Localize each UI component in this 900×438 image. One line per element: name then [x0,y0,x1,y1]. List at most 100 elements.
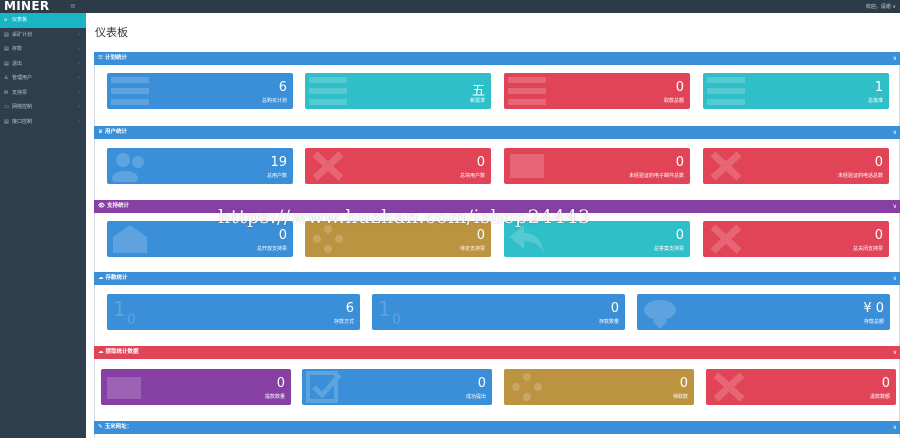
stat-label: 待定支持票 [459,246,485,252]
cloud-icon: ☁ [98,349,104,355]
stat-tile[interactable]: 0 退款数额 [706,369,896,405]
stat-label: 退款数额 [869,394,890,400]
stat-label: 未经验证的电子邮件总数 [628,173,684,179]
sidebar-item-support-tickets[interactable]: ✉ 支持票 ‹ [0,86,86,101]
sidebar-item-interface-control[interactable]: ▤ 接口控制 ‹ [0,115,86,130]
menu-toggle-icon[interactable]: ≡ [70,2,76,10]
svg-text:1: 1 [113,297,126,321]
stat-tile[interactable]: 10 6 存款方式 [107,294,360,330]
panel-header[interactable]: ♛ 用户统计 ∨ [94,126,900,139]
plan-stats-panel: ☰ 计划统计 ∨ 6 总购买计划 五 新需求 0 取款总额 1 总批准 [94,52,900,127]
stat-value: 1 [874,80,883,95]
users-icon [112,153,144,182]
list-icon [707,77,745,105]
list-icon [508,77,546,105]
stat-value: 0 [874,155,883,170]
stat-value: 0 [675,80,684,95]
stat-tile[interactable]: 0 待取款 [504,369,694,405]
sidebar: ⌂ 仪表板 ▤ 采矿计划 ‹ ▤ 存款 ‹ ▤ 退出 ‹ ♙ 管理用户 ‹ ✉ 支持票 ‹ ▭ 网络控制… [0,13,86,438]
panel-header[interactable]: ☁ 存款统计 ∨ [94,272,900,285]
stat-label: 总购买计划 [261,98,287,104]
stat-tile[interactable]: 五 新需求 [305,73,491,109]
stat-value: 6 [345,301,354,316]
stat-value: 0 [476,155,485,170]
check-icon [306,371,342,403]
user-stats-panel: ♛ 用户统计 ∨ 19 总用户数 0 总块用户数 0 未经验证的电子邮件总数 0 未… [94,126,900,202]
panel-header[interactable]: ✎ 玉米网址： ∨ [94,421,900,434]
numbers-icon: 10 [113,297,136,328]
watermark-text: https://www.huzhan.com/ishop24443 [218,206,591,228]
wallet-icon [107,377,141,399]
panel-header[interactable]: ☰ 计划统计 ∨ [94,52,900,65]
stat-value: 0 [276,376,285,391]
stat-label: 存款数量 [598,319,619,325]
monitor-icon: ▭ [4,104,9,110]
stat-tile[interactable]: ¥ 0 存款总额 [637,294,890,330]
stat-tile[interactable]: 0 未经验证的电子邮件总数 [504,148,690,184]
chevron-down-icon[interactable]: ∨ [893,346,897,359]
list-icon: ☰ [98,55,103,61]
sidebar-item-label: 管理用户 [12,75,33,81]
sidebar-item-label: 存款 [12,46,23,52]
svg-text:0: 0 [127,312,136,328]
stat-value: 0 [477,376,486,391]
stat-tile[interactable]: 0 未经验证的电话总数 [703,148,889,184]
sidebar-item-label: 采矿计划 [12,31,33,38]
chevron-down-icon[interactable]: ∨ [893,200,897,213]
stat-label: 新需求 [469,98,485,104]
panel-header[interactable]: ☁ 提取统计数据 ∨ [94,346,900,359]
stat-value: 6 [278,80,287,95]
stat-label: 取款总额 [663,98,684,104]
app-logo[interactable]: MINER [4,0,49,13]
sidebar-item-label: 支持票 [12,89,28,96]
users-icon: ♛ [98,129,103,135]
stat-label: 总关闭支持票 [852,246,883,252]
sidebar-item-deposits[interactable]: ▤ 存款 ‹ [0,42,86,57]
chevron-down-icon[interactable]: ∨ [893,272,897,285]
stat-tile[interactable]: 1 总批准 [703,73,889,109]
chevron-left-icon: ‹ [78,118,80,125]
stat-label: 总块用户数 [459,173,485,179]
stat-tile[interactable]: 0 成功提出 [302,369,492,405]
stat-tile[interactable]: 0 总关闭支持票 [703,221,889,257]
user-icon: ♙ [4,75,9,81]
chevron-left-icon: ‹ [78,89,80,96]
stat-label: 存款方式 [333,319,354,325]
stat-tile[interactable]: 10 0 存款数量 [372,294,625,330]
eye-icon: 👁 [98,203,105,209]
stat-tile[interactable]: 0 提款数量 [101,369,291,405]
envelope-icon [510,154,544,178]
sidebar-item-withdrawals[interactable]: ▤ 退出 ‹ [0,57,86,72]
sidebar-item-dashboard[interactable]: ⌂ 仪表板 [0,13,86,28]
stat-label: 总答案支持票 [653,246,684,252]
user-menu[interactable]: 欢迎，请谢 ∨ [866,3,896,10]
stat-value: 0 [476,228,485,243]
stat-value: 0 [278,228,287,243]
ticket-icon: ✉ [4,89,9,96]
sidebar-item-manage-users[interactable]: ♙ 管理用户 ‹ [0,71,86,86]
stat-label: 待取款 [672,394,688,400]
chevron-left-icon: ‹ [78,31,80,38]
chevron-down-icon[interactable]: ∨ [893,421,897,434]
stat-label: 总开放支持票 [256,246,287,252]
stat-value: 0 [874,228,883,243]
list-icon: ▤ [4,46,9,52]
close-icon [710,151,742,181]
stat-tile[interactable]: 0 总块用户数 [305,148,491,184]
close-icon [710,224,742,254]
chevron-left-icon: ‹ [78,46,80,52]
stat-value: 0 [610,301,619,316]
edit-icon: ✎ [98,424,103,430]
sidebar-item-web-control[interactable]: ▭ 网络控制 ‹ [0,100,86,115]
stat-value: 0 [881,376,890,391]
sidebar-item-mining-plans[interactable]: ▤ 采矿计划 ‹ [0,28,86,43]
chevron-down-icon[interactable]: ∨ [893,126,897,139]
stat-tile[interactable]: 0 取款总额 [504,73,690,109]
chevron-down-icon[interactable]: ∨ [893,52,897,65]
stat-tile[interactable]: 6 总购买计划 [107,73,293,109]
close-icon [713,372,745,402]
panel-title: 提取统计数据 [105,349,139,355]
stat-tile[interactable]: 19 总用户数 [107,148,293,184]
panel-title: 支持统计 [106,203,129,209]
page-title: 仪表板 [95,26,128,39]
